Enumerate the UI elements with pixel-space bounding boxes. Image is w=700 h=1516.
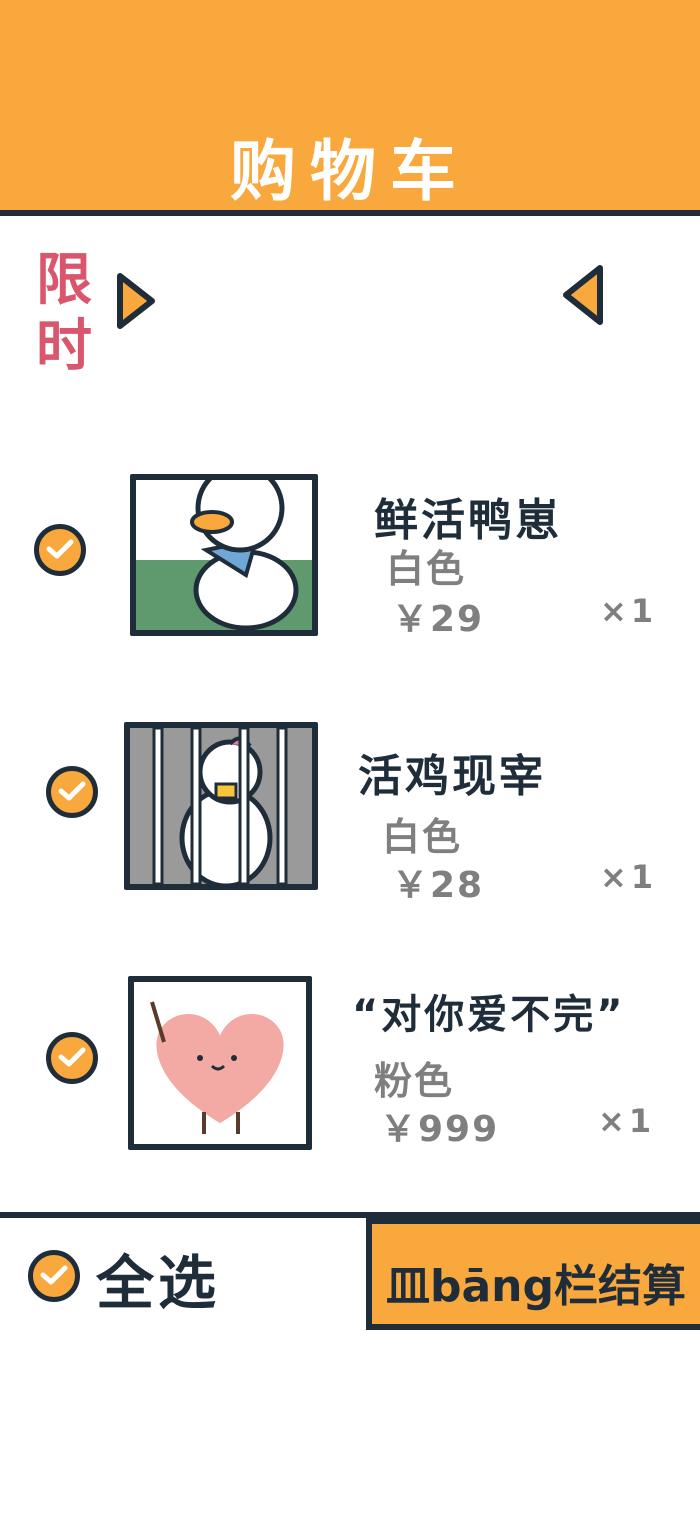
select-all-checkbox[interactable] (28, 1250, 80, 1302)
checkout-button[interactable]: 皿bāng栏结算 (366, 1218, 700, 1330)
product-name: “对你爱不完” (352, 992, 626, 1038)
select-all-label[interactable]: 全选 (96, 1236, 220, 1320)
checkmark-icon (46, 539, 74, 559)
carousel-next-arrow-icon[interactable] (114, 270, 158, 332)
product-thumbnail[interactable] (130, 474, 318, 636)
checkmark-icon (58, 781, 86, 801)
heart-illustration-icon (150, 1001, 284, 1134)
product-variant: 白色 (386, 547, 467, 591)
duck-illustration-icon (136, 480, 312, 630)
product-quantity: ×1 (600, 858, 658, 896)
cart-item[interactable]: 鲜活鸭崽 白色 ￥29 ×1 (0, 440, 700, 640)
product-price: ￥999 (380, 1109, 500, 1150)
cart-item[interactable]: 活鸡现宰 白色 ￥28 ×1 (0, 700, 700, 906)
cart-item[interactable]: “对你爱不完” 粉色 ￥999 ×1 (0, 960, 700, 1160)
header-bar: 购物车 (0, 0, 700, 216)
product-name: 活鸡现宰 (358, 751, 546, 802)
product-thumbnail[interactable] (128, 976, 312, 1150)
item-checkbox[interactable] (34, 524, 86, 576)
product-variant: 白色 (382, 815, 463, 859)
checkmark-icon (40, 1265, 68, 1285)
item-checkbox[interactable] (46, 1032, 98, 1084)
checkmark-icon (58, 1047, 86, 1067)
promo-label: 限时 (36, 248, 92, 379)
checkout-label: 皿bāng栏结算 (386, 1261, 687, 1312)
page-title: 购物车 (230, 133, 470, 210)
product-price: ￥28 (392, 865, 485, 906)
product-thumbnail[interactable] (124, 722, 318, 890)
product-quantity: ×1 (600, 592, 658, 630)
carousel-prev-arrow-icon[interactable] (560, 262, 606, 328)
product-variant: 粉色 (374, 1059, 455, 1103)
caged-chicken-illustration-icon (152, 728, 288, 884)
product-quantity: ×1 (598, 1102, 656, 1140)
product-price: ￥29 (392, 599, 485, 640)
item-checkbox[interactable] (46, 766, 98, 818)
